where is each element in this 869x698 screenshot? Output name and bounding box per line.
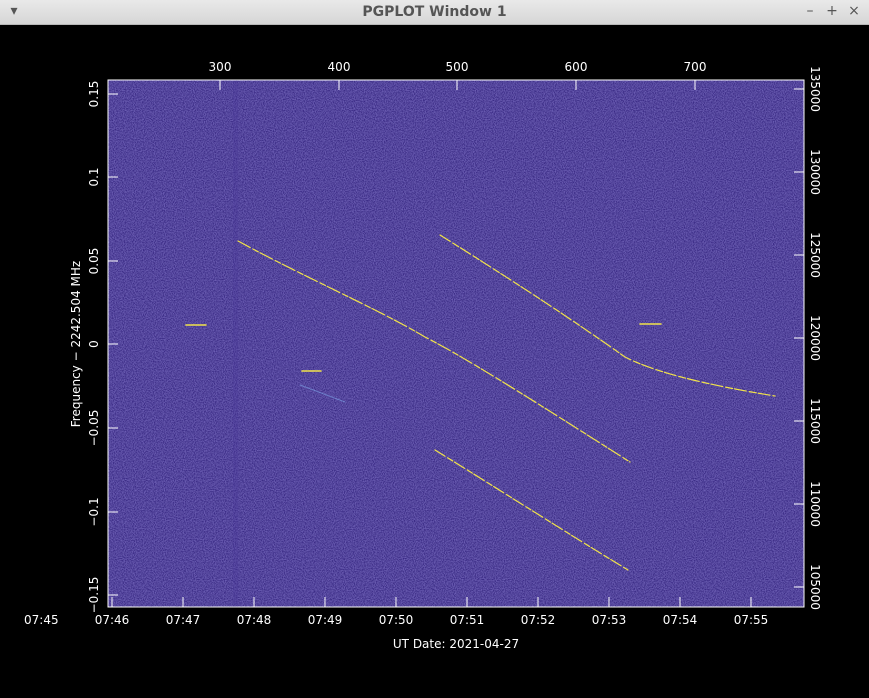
x-tick-label: 07:53 [592,613,627,627]
close-icon[interactable]: × [846,3,862,19]
x-tick-label: 07:46 [95,613,130,627]
x-tick-label: 07:49 [308,613,343,627]
x-tick-label: 07:45 [24,613,59,627]
top-tick-label: 400 [328,60,351,74]
x-tick-label: 07:51 [450,613,485,627]
y-tick-label: 0.1 [87,167,101,186]
top-tick-label: 500 [446,60,469,74]
minimize-icon[interactable]: – [802,3,818,19]
spectrogram-area [108,80,804,607]
pgplot-window: ▾ PGPLOT Window 1 – + × 07:45 07:46 07:4… [0,0,869,694]
y-tick-label: 0 [87,340,101,348]
y-tick-label: −0.15 [87,577,101,614]
y-tick-label: 0.05 [87,248,101,275]
y-tick-label: −0.05 [87,410,101,447]
x-axis-label: UT Date: 2021-04-27 [393,637,519,651]
right-tick-label: 110000 [808,481,822,527]
top-tick-label: 600 [565,60,588,74]
window-title: PGPLOT Window 1 [362,4,507,20]
y-tick-label: −0.1 [87,497,101,526]
title-bar[interactable]: ▾ PGPLOT Window 1 – + × [0,0,869,25]
x-tick-label: 07:50 [379,613,414,627]
plot-canvas: 07:45 07:46 07:47 07:48 07:49 07:50 07:5… [0,25,869,694]
right-tick-label: 125000 [808,232,822,278]
y-axis-label: Frequency − 2242.504 MHz [69,261,83,427]
maximize-icon[interactable]: + [824,3,840,19]
y-tick-label: 0.15 [87,81,101,108]
x-tick-label: 07:47 [166,613,201,627]
artifact-band [233,80,238,607]
right-tick-label: 105000 [808,564,822,610]
top-tick-labels: 300 400 500 600 700 [209,60,707,74]
x-tick-label: 07:54 [663,613,698,627]
x-tick-label: 07:52 [521,613,556,627]
x-tick-label: 07:55 [734,613,769,627]
top-tick-label: 300 [209,60,232,74]
bottom-tick-labels: 07:45 07:46 07:47 07:48 07:49 07:50 07:5… [24,613,768,627]
right-tick-label: 135000 [808,66,822,112]
left-tick-labels: 0.15 0.1 0.05 0 −0.05 −0.1 −0.15 [87,81,101,614]
right-tick-label: 115000 [808,398,822,444]
top-tick-label: 700 [684,60,707,74]
right-tick-labels: 135000 130000 125000 120000 115000 11000… [808,66,822,610]
right-tick-label: 120000 [808,315,822,361]
x-tick-label: 07:48 [237,613,272,627]
spectrogram-plot: 07:45 07:46 07:47 07:48 07:49 07:50 07:5… [24,60,822,651]
right-tick-label: 130000 [808,149,822,195]
